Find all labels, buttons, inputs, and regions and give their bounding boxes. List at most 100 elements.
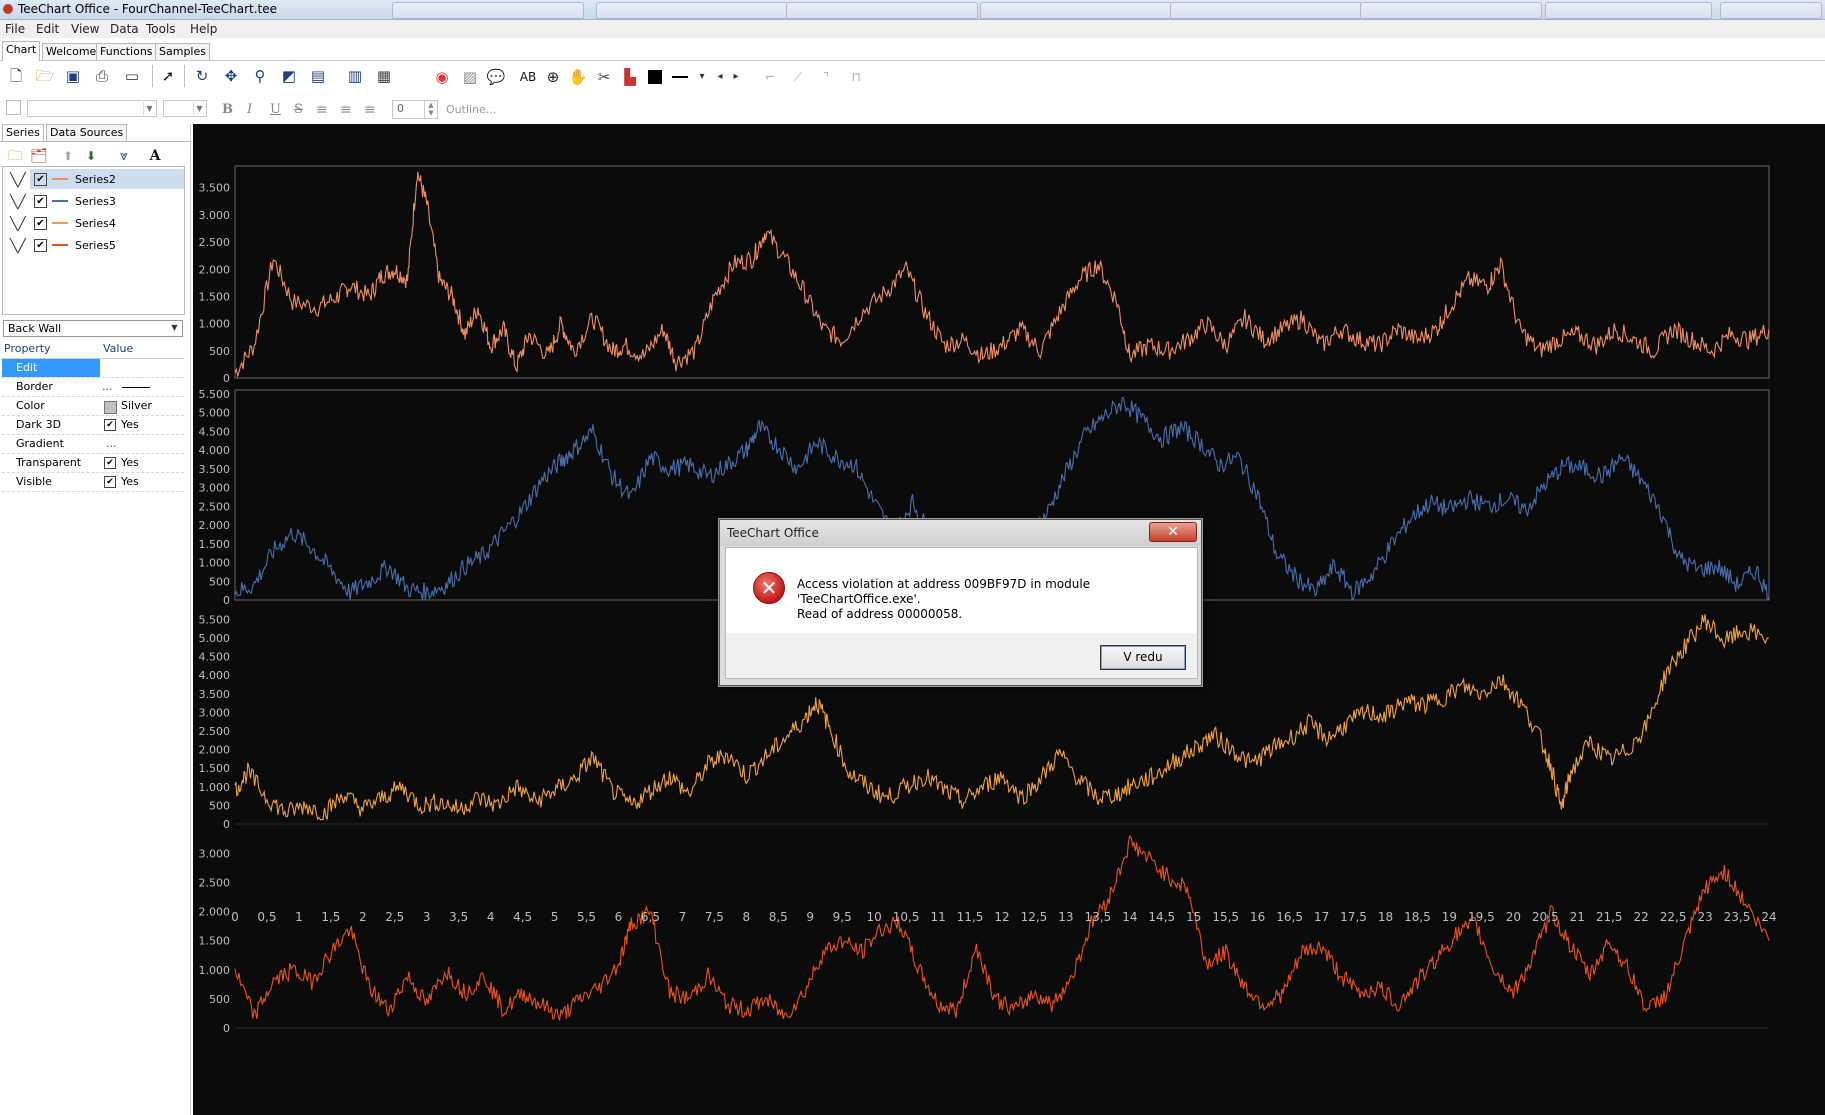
x-tick-label: 6,5 [641,910,660,924]
chart-edit-icon[interactable]: ◩ [279,66,299,86]
series-editor-icon[interactable]: ▥ [345,66,365,86]
series-visible-checkbox[interactable]: ✔ [34,195,47,208]
align-center-icon[interactable]: ≡ [340,102,352,118]
property-row-dark3d[interactable]: Dark 3D ✔ Yes [2,416,184,435]
property-row-gradient[interactable]: Gradient ... [2,435,184,454]
select-pointer-icon[interactable]: ➚ [158,66,178,86]
color-palette-icon[interactable]: ◉ [432,67,452,87]
line-style-icon[interactable] [672,76,688,78]
series-color-swatch [52,178,68,180]
series-list-item[interactable]: ╲╱ ✔ Series4 [3,213,184,233]
annotation-icon[interactable]: 💬 [486,67,506,87]
nav-right-icon[interactable]: ▸ [726,67,746,87]
format-checkbox[interactable] [6,100,21,115]
line-tool-icon[interactable]: ⌐ [760,67,780,87]
background-window-tab[interactable] [980,2,1172,19]
font-size-combo[interactable]: ▼ [163,100,207,117]
property-checkbox[interactable]: ✔ [104,473,116,491]
delete-series-icon[interactable]: 🗂 [29,146,49,166]
font-name-combo[interactable]: ▼ [27,100,157,117]
spinner-arrows-icon[interactable]: ▲ ▼ [424,101,437,118]
add-series-icon[interactable]: 🗀 [5,146,25,166]
menu-view[interactable]: View [71,22,99,36]
tab-series[interactable]: Series [2,124,44,141]
property-row-transparent[interactable]: Transparent ✔ Yes [2,454,184,473]
x-tick-label: 10 [867,910,882,924]
background-window-tab[interactable] [1545,2,1712,19]
menu-help[interactable]: Help [190,22,217,36]
outline-size-spinner[interactable]: 0 ▲ ▼ [392,100,438,119]
line-tool-icon[interactable]: ⌝ [816,67,836,87]
series-chart-icon[interactable]: ⩔ [114,146,134,166]
italic-icon[interactable]: I [247,102,252,117]
bold-icon[interactable]: B [222,102,233,117]
series-visible-checkbox[interactable]: ✔ [34,239,47,252]
cut-icon[interactable]: ✂ [594,67,614,87]
menu-tools[interactable]: Tools [146,22,176,36]
series-list-item[interactable]: ╲╱ ✔ Series2 [3,169,184,189]
save-icon[interactable]: ▣ [63,66,83,86]
fill-color-swatch[interactable] [648,70,662,84]
series-visible-checkbox[interactable]: ✔ [34,173,47,186]
x-tick-label: 0 [231,910,239,924]
background-window-tab[interactable] [786,2,978,19]
chart-gallery-icon[interactable]: ▤ [308,66,328,86]
menu-file[interactable]: File [5,22,25,36]
property-row-edit[interactable]: Edit [2,359,184,378]
toolbar-separator [152,65,153,87]
property-checkbox[interactable]: ✔ [104,454,116,472]
property-checkbox[interactable]: ✔ [104,416,116,434]
chevron-down-icon: ▼ [171,323,178,332]
property-value: Yes [121,418,139,431]
property-object-selector[interactable]: Back Wall ▼ [3,320,183,337]
rotate-icon[interactable]: ↻ [192,66,212,86]
move-up-icon[interactable]: ⬆ [58,146,78,166]
background-window-tab[interactable] [392,2,584,19]
background-window-tab[interactable] [1360,2,1542,19]
background-window-tab[interactable] [1170,2,1362,19]
x-tick-label: 19 [1442,910,1457,924]
background-window-tab[interactable] [596,2,788,19]
x-tick-label: 4,5 [513,910,532,924]
line-tool-icon[interactable]: ⊓ [846,67,866,87]
x-tick-label: 8 [743,910,751,924]
zoom-tool-icon[interactable]: ⊕ [543,67,563,87]
tab-functions[interactable]: Functions [96,43,157,60]
strikethrough-icon[interactable]: S [294,102,303,117]
dropdown-arrow-icon[interactable]: ▾ [692,67,712,87]
series-visible-checkbox[interactable]: ✔ [34,217,47,230]
align-left-icon[interactable]: ≡ [316,102,328,118]
x-tick-label: 21,5 [1596,910,1623,924]
series-list-item[interactable]: ╲╱ ✔ Series3 [3,191,184,211]
series-list-item[interactable]: ╲╱ ✔ Series5 [3,235,184,255]
tab-welcome[interactable]: Welcome [42,43,101,60]
tab-samples[interactable]: Samples [155,43,210,60]
close-icon[interactable]: ✕ [1149,522,1197,542]
outline-button[interactable]: Outline... [446,103,496,116]
move-down-icon[interactable]: ⬇ [81,146,101,166]
property-row-border[interactable]: Border ... [2,378,184,397]
property-row-visible[interactable]: Visible ✔ Yes [2,473,184,492]
zoom-icon[interactable]: ⚲ [250,66,270,86]
shape-tool-icon[interactable]: ▙ [620,67,640,87]
line-tool-icon[interactable]: ⟋ [788,67,808,87]
menu-data[interactable]: Data [110,22,139,36]
print-icon[interactable]: ⎙ [92,66,112,86]
series-title-icon[interactable]: A [145,146,165,166]
property-row-color[interactable]: Color Silver [2,397,184,416]
menu-edit[interactable]: Edit [36,22,59,36]
tab-data-sources[interactable]: Data Sources [46,124,128,141]
align-right-icon[interactable]: ≡ [364,102,376,118]
underline-icon[interactable]: U [270,102,281,117]
data-table-icon[interactable]: ▦ [374,66,394,86]
text-tool-icon[interactable]: AB [518,67,538,87]
new-file-icon[interactable]: 🗋 [6,66,26,86]
hand-pan-icon[interactable]: ✋ [568,67,588,87]
print-preview-icon[interactable]: ▭ [122,66,142,86]
gradient-icon[interactable]: ▨ [460,67,480,87]
move-icon[interactable]: ✥ [221,66,241,86]
ok-button[interactable]: V redu [1100,645,1186,670]
open-folder-icon[interactable]: 🗁 [35,66,55,86]
tab-chart[interactable]: Chart [2,41,41,61]
background-window-tab[interactable] [1720,2,1822,19]
